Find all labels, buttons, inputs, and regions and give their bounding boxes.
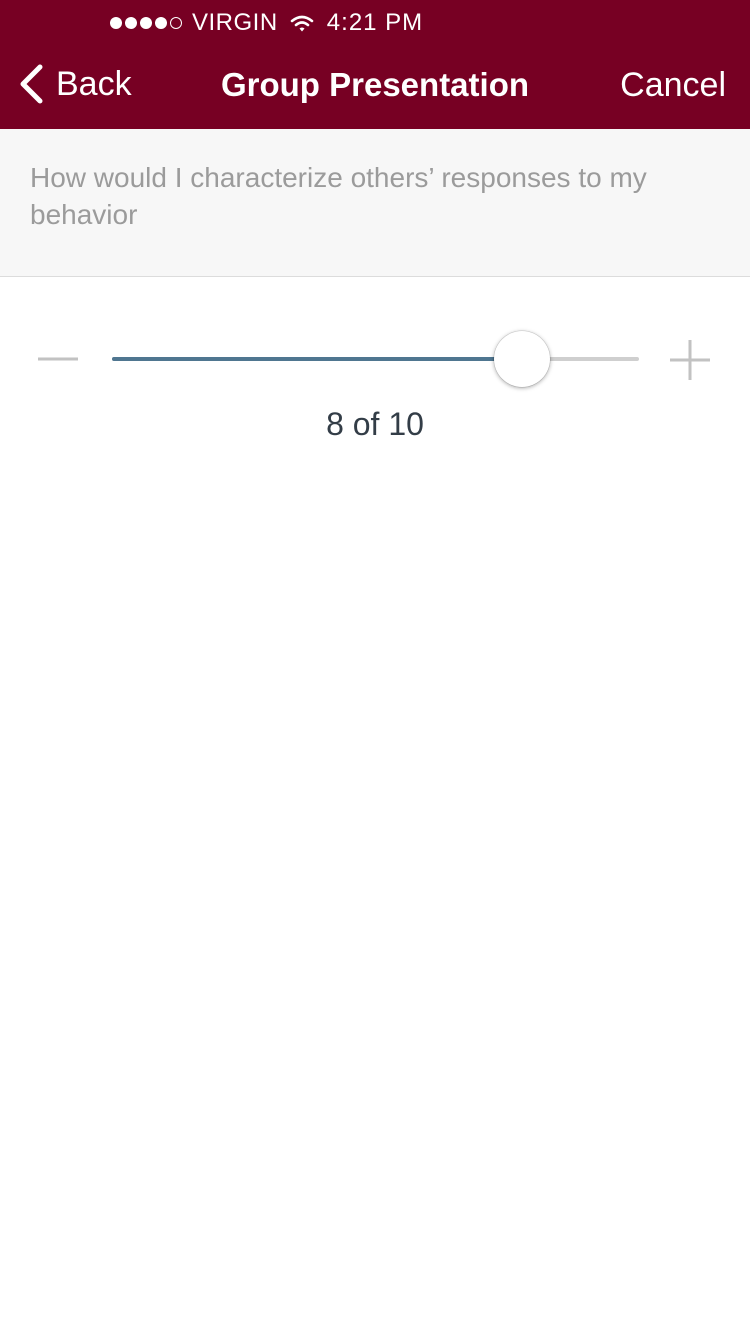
slider-fill (112, 357, 522, 361)
minus-icon (38, 357, 78, 361)
status-bar: VIRGIN 4:21 PM (0, 0, 750, 44)
plus-icon (670, 340, 710, 380)
rating-slider-area: 8 of 10 (0, 278, 750, 478)
status-time: 4:21 PM (326, 9, 424, 36)
increase-button[interactable] (668, 338, 712, 382)
question-panel: How would I characterize others’ respons… (0, 129, 750, 277)
decrease-button[interactable] (36, 338, 80, 382)
slider-track[interactable] (112, 331, 639, 387)
cancel-button[interactable]: Cancel (620, 66, 726, 105)
question-text: How would I characterize others’ respons… (30, 162, 647, 230)
slider-value-label: 8 of 10 (326, 406, 424, 442)
slider-thumb[interactable] (493, 331, 550, 387)
top-bar: VIRGIN 4:21 PM Back Group Presentation C… (0, 0, 750, 129)
navigation-bar: Back Group Presentation Cancel (0, 44, 750, 129)
